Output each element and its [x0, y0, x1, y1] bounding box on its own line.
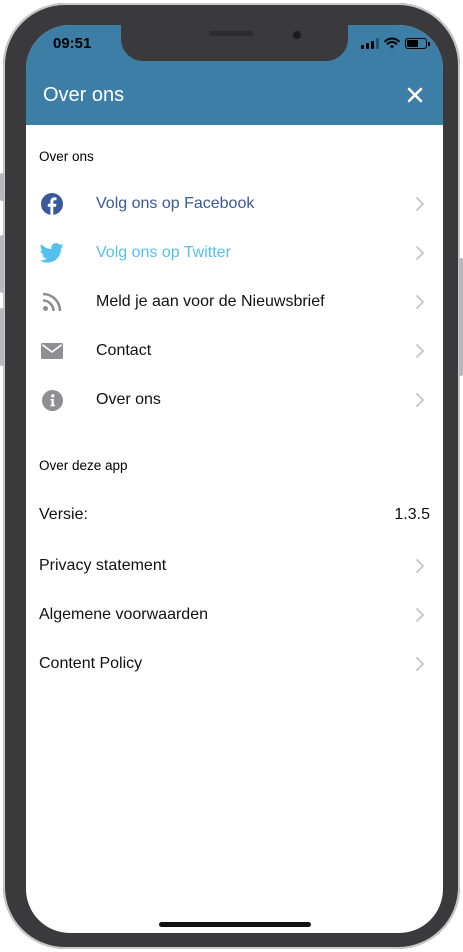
section-title-over-deze-app: Over deze app [39, 458, 128, 473]
list-item-content-policy[interactable]: Content Policy [26, 644, 443, 684]
home-indicator[interactable] [159, 922, 311, 927]
app-screen: 09:51 Over ons Over ons Volg ons op Face… [26, 25, 443, 933]
mail-icon [40, 339, 64, 363]
phone-frame: 09:51 Over ons Over ons Volg ons op Face… [0, 3, 463, 949]
page-title: Over ons [43, 84, 125, 106]
list-item-privacy-statement[interactable]: Privacy statement [26, 546, 443, 586]
version-value: 1.3.5 [394, 506, 430, 523]
list-item-facebook[interactable]: Volg ons op Facebook [26, 184, 443, 224]
notch [121, 25, 348, 61]
facebook-label: Volg ons op Facebook [96, 195, 255, 212]
facebook-icon [40, 192, 64, 216]
content-policy-label: Content Policy [39, 655, 143, 672]
algemene-voorwaarden-label: Algemene voorwaarden [39, 606, 208, 623]
app-header: 09:51 Over ons [26, 25, 443, 125]
newsletter-label: Meld je aan voor de Nieuwsbrief [96, 293, 325, 310]
chevron-right-icon [416, 657, 424, 671]
info-icon [40, 388, 64, 412]
chevron-right-icon [416, 246, 424, 260]
chevron-right-icon [416, 295, 424, 309]
section-title-over-ons: Over ons [39, 149, 94, 164]
volume-up-button [0, 235, 4, 293]
status-time: 09:51 [53, 35, 92, 52]
speaker [209, 31, 253, 36]
chevron-right-icon [416, 608, 424, 622]
volume-down-button [0, 308, 4, 366]
list-item-contact[interactable]: Contact [26, 331, 443, 371]
version-row: Versie: 1.3.5 [26, 495, 443, 535]
twitter-icon [40, 241, 64, 265]
list-item-over-ons[interactable]: Over ons [26, 380, 443, 420]
chevron-right-icon [416, 559, 424, 573]
side-button [459, 258, 463, 376]
list-item-twitter[interactable]: Volg ons op Twitter [26, 233, 443, 273]
chevron-right-icon [416, 344, 424, 358]
over-ons-label: Over ons [96, 391, 161, 408]
mute-switch [0, 173, 4, 201]
wifi-icon [384, 37, 400, 49]
front-camera [293, 31, 301, 39]
chevron-right-icon [416, 393, 424, 407]
status-icons [361, 37, 430, 49]
list-item-algemene-voorwaarden[interactable]: Algemene voorwaarden [26, 595, 443, 635]
chevron-right-icon [416, 197, 424, 211]
battery-icon [405, 37, 430, 49]
contact-label: Contact [96, 342, 152, 359]
twitter-label: Volg ons op Twitter [96, 244, 231, 261]
close-icon[interactable] [401, 81, 429, 109]
version-label: Versie: [39, 506, 88, 523]
list-item-newsletter[interactable]: Meld je aan voor de Nieuwsbrief [26, 282, 443, 322]
rss-icon [40, 290, 64, 314]
privacy-statement-label: Privacy statement [39, 557, 167, 574]
signal-icon [361, 37, 379, 49]
